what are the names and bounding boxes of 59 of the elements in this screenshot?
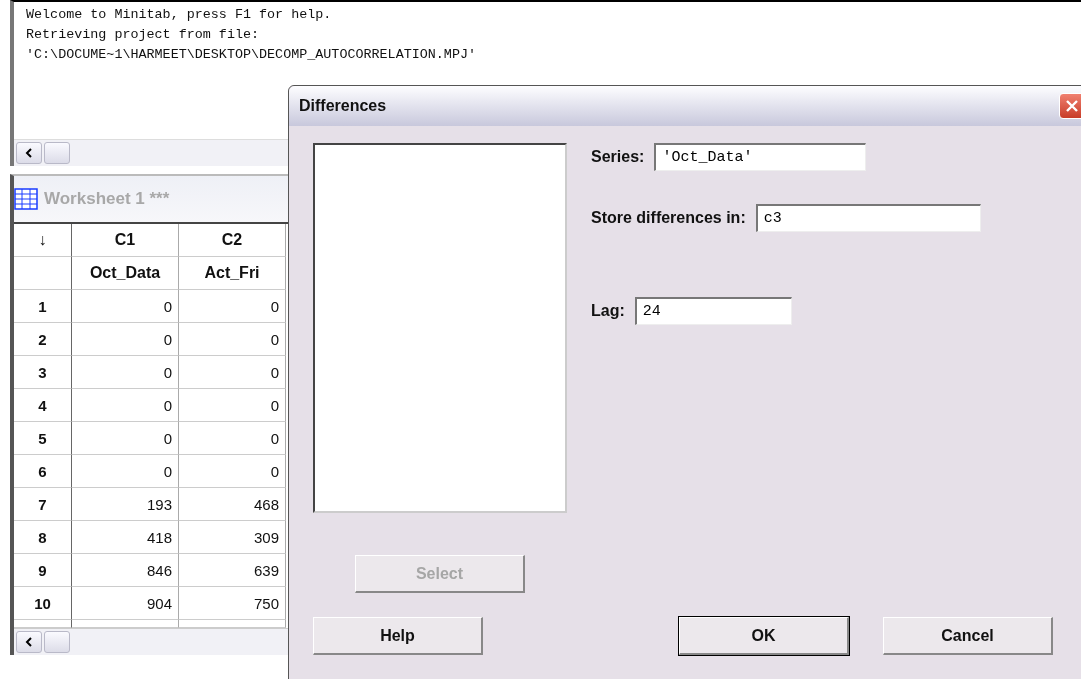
worksheet-title: Worksheet 1 *** xyxy=(44,189,170,209)
table-cell[interactable]: 846 xyxy=(72,554,179,587)
table-cell[interactable]: 0 xyxy=(72,290,179,323)
scrollbar[interactable] xyxy=(14,628,290,655)
field-label: Series: xyxy=(591,148,645,166)
table-cell[interactable]: 309 xyxy=(179,521,286,554)
row-number[interactable]: 5 xyxy=(14,422,72,455)
table-cell[interactable]: 904 xyxy=(72,587,179,620)
table-cell[interactable]: 639 xyxy=(179,554,286,587)
close-button[interactable] xyxy=(1059,93,1081,119)
variable-list[interactable] xyxy=(313,143,567,513)
column-header[interactable]: C1 xyxy=(72,224,179,257)
close-icon[interactable] xyxy=(1065,99,1079,113)
table-cell[interactable]: 468 xyxy=(179,488,286,521)
column-header[interactable]: C2 xyxy=(179,224,286,257)
dialog-title: Differences xyxy=(299,97,387,115)
table-cell[interactable]: 0 xyxy=(179,422,286,455)
session-text: 'C:\DOCUME~1\HARMEET\DESKTOP\DECOMP_AUTOCORRELATION.MPJ' xyxy=(26,46,477,64)
session-text: Retrieving project from file: xyxy=(26,26,261,44)
row-number[interactable]: 2 xyxy=(14,323,72,356)
worksheet-icon xyxy=(14,188,38,210)
table-cell[interactable]: 0 xyxy=(179,356,286,389)
session-text: Welcome to Minitab, press F1 for help. xyxy=(26,6,333,24)
scroll-left-icon[interactable] xyxy=(16,631,42,653)
ok-button[interactable]: OK xyxy=(679,617,849,655)
table-cell[interactable]: 418 xyxy=(72,521,179,554)
table-cell[interactable]: 193 xyxy=(72,488,179,521)
table-cell[interactable]: 0 xyxy=(72,323,179,356)
row-number[interactable]: 4 xyxy=(14,389,72,422)
column-name[interactable]: Act_Fri xyxy=(179,257,286,290)
row-number[interactable]: 10 xyxy=(14,587,72,620)
scroll-left-icon[interactable] xyxy=(16,142,42,164)
lag-field[interactable]: 24 xyxy=(634,297,792,325)
field-label: Lag: xyxy=(591,302,625,320)
table-cell[interactable]: 0 xyxy=(72,356,179,389)
scroll-thumb[interactable] xyxy=(44,142,70,164)
scroll-thumb[interactable] xyxy=(44,631,70,653)
row-number[interactable]: 7 xyxy=(14,488,72,521)
help-button[interactable]: Help xyxy=(313,617,483,655)
column-header[interactable]: ↓ xyxy=(14,224,72,257)
store-field[interactable]: c3 xyxy=(755,204,981,232)
table-cell[interactable]: 750 xyxy=(179,587,286,620)
table-cell[interactable]: 0 xyxy=(72,422,179,455)
table-cell[interactable]: 0 xyxy=(179,290,286,323)
table-cell[interactable]: 0 xyxy=(72,389,179,422)
row-number[interactable]: 8 xyxy=(14,521,72,554)
table-cell[interactable]: 0 xyxy=(179,323,286,356)
table-cell[interactable]: 0 xyxy=(179,389,286,422)
row-number[interactable]: 1 xyxy=(14,290,72,323)
table-cell[interactable]: 0 xyxy=(72,455,179,488)
field-label: Store differences in: xyxy=(591,209,746,227)
row-number[interactable]: 3 xyxy=(14,356,72,389)
row-number[interactable]: 9 xyxy=(14,554,72,587)
table-cell[interactable] xyxy=(14,257,72,290)
row-number[interactable]: 6 xyxy=(14,455,72,488)
column-name[interactable]: Oct_Data xyxy=(72,257,179,290)
table-cell[interactable]: 0 xyxy=(179,455,286,488)
cancel-button[interactable]: Cancel xyxy=(883,617,1053,655)
series-field[interactable]: 'Oct_Data' xyxy=(654,143,867,171)
